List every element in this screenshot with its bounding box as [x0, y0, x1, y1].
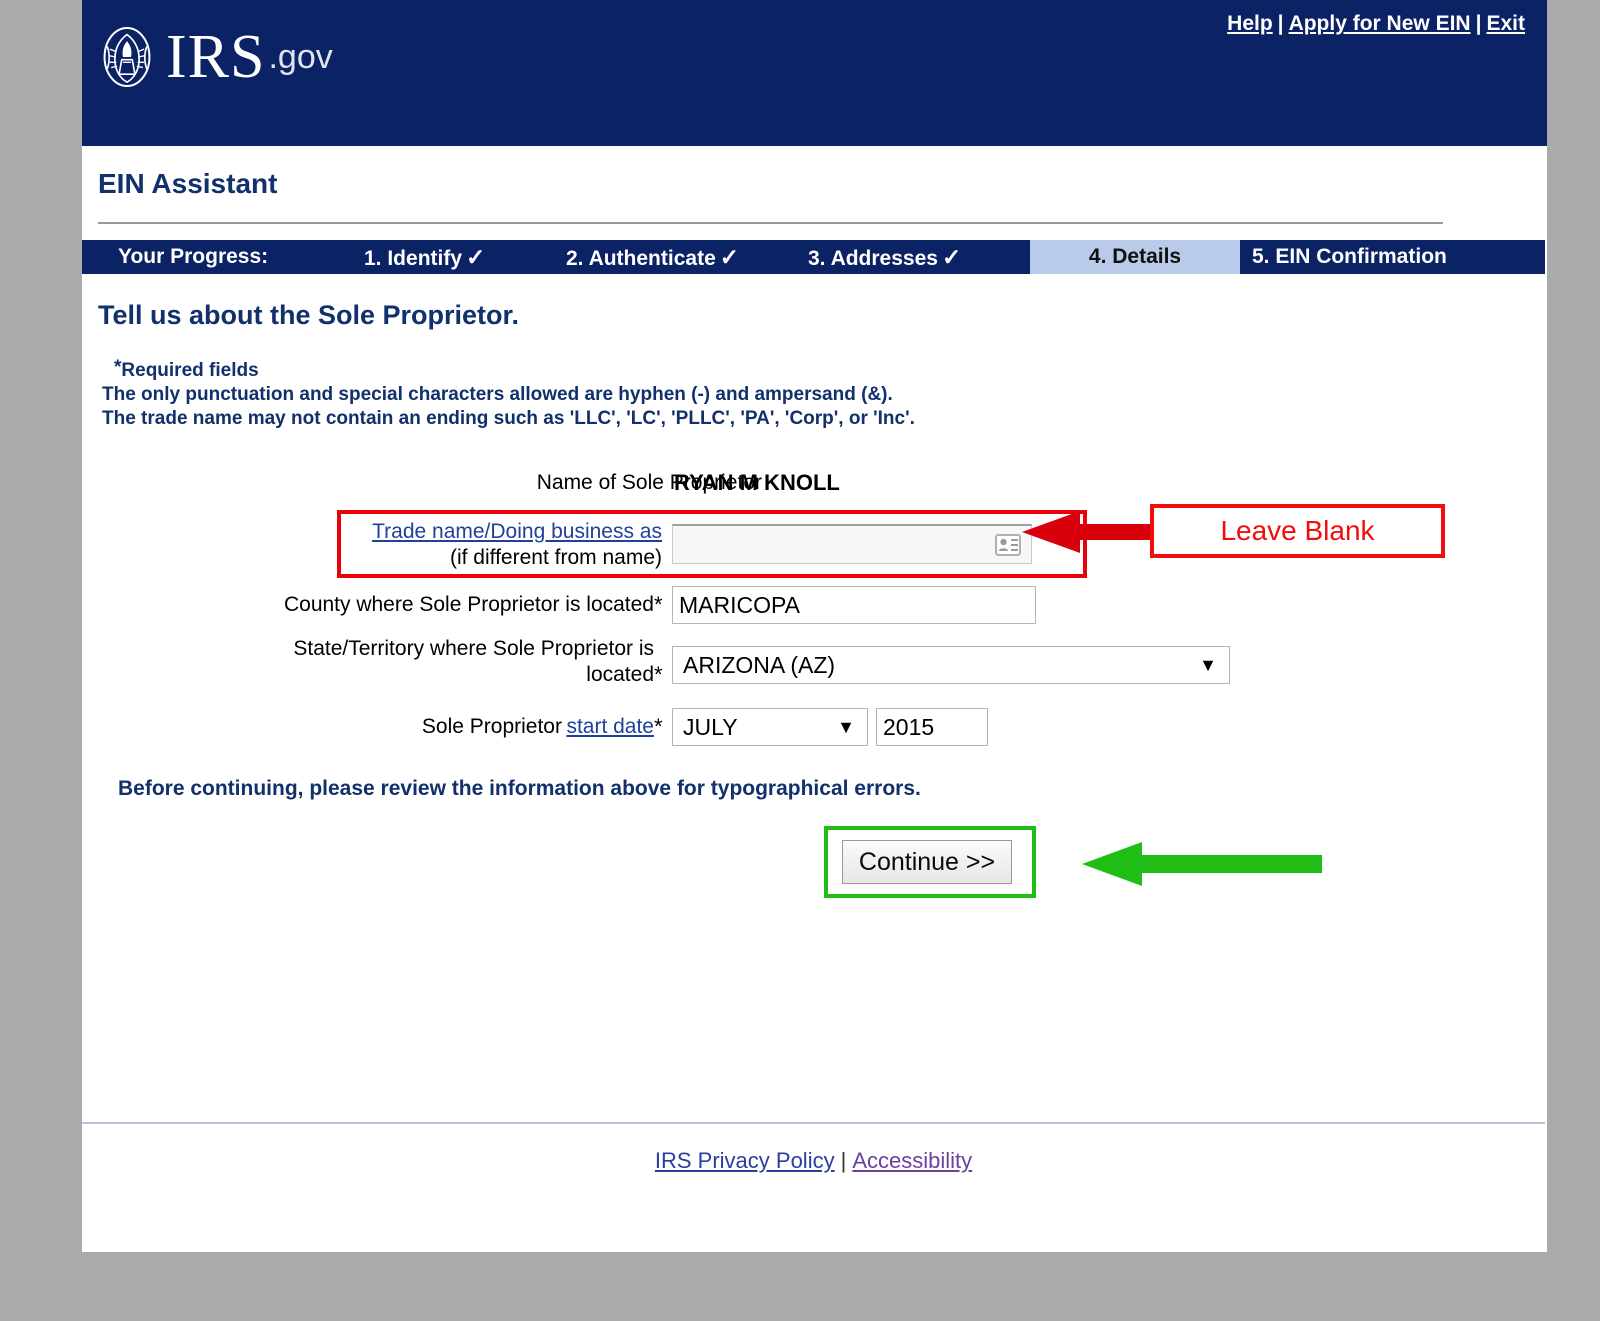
form-notes: *Required fields The only punctuation an…: [102, 356, 915, 431]
continue-button[interactable]: Continue >>: [842, 840, 1012, 884]
leave-blank-text: Leave Blank: [1220, 515, 1375, 546]
irs-eagle-seal-icon: [103, 26, 151, 88]
check-icon: ✓: [941, 244, 962, 270]
chevron-down-icon: ▼: [1199, 655, 1217, 675]
trade-name-input[interactable]: [673, 526, 993, 562]
start-date-month-select[interactable]: JULY ▼: [672, 708, 868, 746]
footer-links: IRS Privacy Policy | Accessibility: [82, 1148, 1545, 1174]
progress-step-identify[interactable]: 1. Identify ✓: [364, 240, 485, 274]
chevron-down-icon: ▼: [837, 717, 855, 737]
state-label-line1: State/Territory where Sole Proprietor is: [293, 637, 654, 660]
utility-links: Help | Apply for New EIN | Exit: [1227, 12, 1525, 36]
state-label-line2: located: [586, 663, 654, 686]
irs-wordmark-text: IRS: [166, 23, 266, 91]
required-fields-text: Required fields: [121, 360, 259, 381]
start-date-month-value: JULY: [683, 713, 738, 740]
irs-privacy-policy-link[interactable]: IRS Privacy Policy: [655, 1148, 835, 1173]
state-select-value: ARIZONA (AZ): [683, 651, 836, 678]
progress-step-details[interactable]: 4. Details: [1030, 240, 1240, 274]
footer-separator: |: [840, 1148, 847, 1173]
util-separator-1: |: [1277, 12, 1284, 35]
county-label-block: County where Sole Proprietor is located: [82, 592, 654, 618]
progress-step-identify-label: 1. Identify: [364, 247, 463, 270]
trade-name-ending-note: The trade name may not contain an ending…: [102, 408, 915, 429]
start-date-label-block: Sole Proprietor start date: [82, 714, 654, 740]
apply-for-new-ein-link[interactable]: Apply for New EIN: [1289, 12, 1471, 35]
start-date-label-prefix: Sole Proprietor: [421, 715, 562, 738]
title-divider: [98, 222, 1443, 224]
state-label-block: State/Territory where Sole Proprietor is…: [82, 636, 654, 688]
section-heading: Tell us about the Sole Proprietor.: [98, 300, 520, 330]
green-arrow-annotation: [1082, 842, 1322, 886]
start-date-link[interactable]: start date: [566, 715, 654, 738]
page-title: EIN Assistant: [98, 168, 278, 199]
county-label: County where Sole Proprietor is located: [283, 593, 654, 616]
accessibility-link[interactable]: Accessibility: [852, 1148, 972, 1173]
review-note: Before continuing, please review the inf…: [118, 777, 921, 800]
name-of-sole-proprietor-value: RYAN M KNOLL: [674, 470, 840, 495]
progress-step-authenticate[interactable]: 2. Authenticate ✓: [566, 240, 739, 274]
main-content: Tell us about the Sole Proprietor. *Requ…: [82, 274, 1545, 1122]
check-icon: ✓: [466, 244, 486, 270]
trade-name-sublabel: (if different from name): [449, 546, 662, 569]
start-date-year-input[interactable]: [876, 708, 988, 746]
progress-step-addresses-label: 3. Addresses: [808, 247, 938, 270]
exit-link[interactable]: Exit: [1486, 12, 1525, 35]
red-arrow-annotation: [1022, 511, 1167, 553]
progress-step-ein-confirmation[interactable]: 5. EIN Confirmation: [1252, 240, 1447, 274]
footer-divider: [82, 1122, 1545, 1124]
leave-blank-callout: Leave Blank: [1150, 504, 1445, 558]
state-select[interactable]: ARIZONA (AZ) ▼: [672, 646, 1230, 684]
trade-name-label-block: Trade name/Doing business as (if differe…: [350, 519, 662, 571]
browser-page: IRS .gov Help | Apply for New EIN | Exit EIN…: [82, 0, 1547, 1252]
util-separator-2: |: [1475, 12, 1482, 35]
progress-bar: Your Progress: 1. Identify ✓ 2. Authentic…: [82, 240, 1545, 274]
county-required-star: *: [654, 592, 663, 617]
contact-card-icon[interactable]: [995, 533, 1021, 556]
required-fields-note: *Required fields: [114, 356, 915, 383]
help-link[interactable]: Help: [1227, 12, 1273, 35]
punctuation-note: The only punctuation and special charact…: [102, 384, 893, 405]
trade-name-input-wrapper[interactable]: [672, 524, 1032, 564]
irs-gov-text: .gov: [268, 38, 333, 76]
progress-step-addresses[interactable]: 3. Addresses ✓: [808, 240, 961, 274]
site-masthead: IRS .gov Help | Apply for New EIN | Exit: [82, 0, 1547, 146]
trade-name-link[interactable]: Trade name/Doing business as: [372, 520, 662, 543]
check-icon: ✓: [719, 244, 740, 270]
irs-logo[interactable]: IRS .gov: [94, 24, 333, 90]
progress-label: Your Progress:: [118, 245, 269, 268]
row-name-of-sole-proprietor: Name of Sole Proprietor: [82, 470, 762, 496]
state-required-star: *: [654, 662, 663, 687]
start-date-required-star: *: [654, 714, 663, 739]
county-input[interactable]: [672, 586, 1036, 624]
progress-step-authenticate-label: 2. Authenticate: [566, 247, 716, 270]
